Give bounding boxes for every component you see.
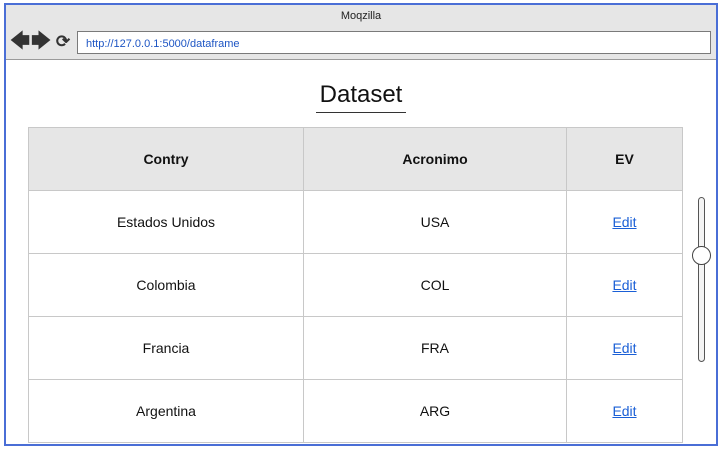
edit-link[interactable]: Edit bbox=[612, 277, 636, 293]
ev-cell: Edit bbox=[566, 379, 683, 443]
browser-chrome: Moqzilla 🡄 🡆 ⟳ http://127.0.0.1:5000/dat… bbox=[6, 5, 716, 60]
acronym-cell: FRA bbox=[303, 316, 567, 380]
ev-cell: Edit bbox=[566, 190, 683, 254]
table-row: Francia FRA Edit bbox=[28, 316, 683, 380]
page-heading-wrap: Dataset bbox=[6, 81, 716, 113]
country-cell: Argentina bbox=[28, 379, 304, 443]
vertical-slider-thumb[interactable] bbox=[692, 246, 711, 265]
arrow-left-icon[interactable]: 🡄 bbox=[10, 32, 30, 51]
table-header-row: Contry Acronimo EV bbox=[28, 127, 683, 191]
column-header-acronym: Acronimo bbox=[303, 127, 567, 191]
country-cell: Colombia bbox=[28, 253, 304, 317]
edit-link[interactable]: Edit bbox=[612, 403, 636, 419]
country-cell: Francia bbox=[28, 316, 304, 380]
window-title: Moqzilla bbox=[340, 10, 382, 22]
table-row: Estados Unidos USA Edit bbox=[28, 190, 683, 254]
table-row: Colombia COL Edit bbox=[28, 253, 683, 317]
table-row: Argentina ARG Edit bbox=[28, 379, 683, 443]
acronym-cell: COL bbox=[303, 253, 567, 317]
acronym-cell: USA bbox=[303, 190, 567, 254]
edit-link[interactable]: Edit bbox=[612, 340, 636, 356]
reload-icon[interactable]: ⟳ bbox=[54, 32, 72, 50]
browser-window: Moqzilla 🡄 🡆 ⟳ http://127.0.0.1:5000/dat… bbox=[4, 3, 718, 446]
ev-cell: Edit bbox=[566, 316, 683, 380]
page-title: Dataset bbox=[315, 81, 407, 113]
ev-cell: Edit bbox=[566, 253, 683, 317]
edit-link[interactable]: Edit bbox=[612, 214, 636, 230]
dataset-table: Contry Acronimo EV Estados Unidos USA Ed… bbox=[28, 127, 683, 443]
country-cell: Estados Unidos bbox=[28, 190, 304, 254]
column-header-ev: EV bbox=[566, 127, 683, 191]
address-bar[interactable]: http://127.0.0.1:5000/dataframe bbox=[77, 31, 711, 54]
vertical-slider-track[interactable] bbox=[698, 197, 705, 362]
column-header-country: Contry bbox=[28, 127, 304, 191]
acronym-cell: ARG bbox=[303, 379, 567, 443]
arrow-right-icon[interactable]: 🡆 bbox=[31, 32, 51, 51]
